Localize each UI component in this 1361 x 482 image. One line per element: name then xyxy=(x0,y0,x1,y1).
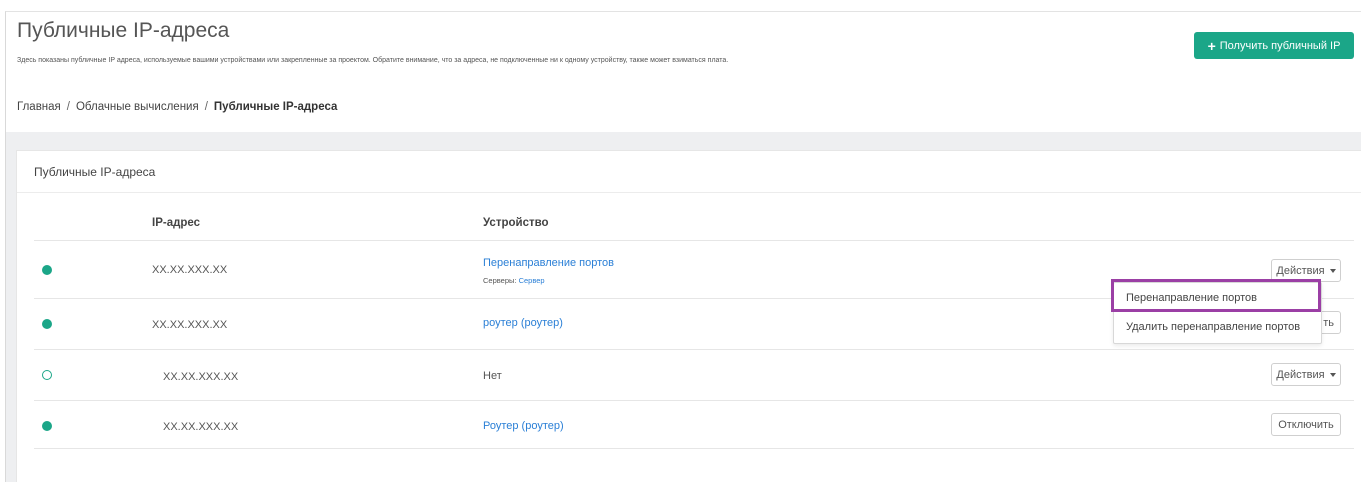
device-sub-info: Серверы: Сервер xyxy=(483,276,545,285)
breadcrumb: Главная / Облачные вычисления / Публичны… xyxy=(17,101,337,113)
table-row: XX.XX.XXX.XX Нет Действия xyxy=(17,350,1361,400)
column-header-ip: IP-адрес xyxy=(152,217,201,229)
chevron-down-icon xyxy=(1329,268,1336,273)
get-public-ip-label: Получить публичный IP xyxy=(1219,39,1341,52)
server-link[interactable]: Сервер xyxy=(519,276,545,285)
actions-button[interactable]: Действия xyxy=(1271,259,1341,282)
ip-address: XX.XX.XXX.XX xyxy=(163,421,239,433)
breadcrumb-current: Публичные IP-адреса xyxy=(213,101,338,113)
column-header-device: Устройство xyxy=(483,217,549,229)
status-active-icon xyxy=(42,319,52,329)
divider xyxy=(34,448,1354,449)
page-description: Здесь показаны публичные IP адреса, испо… xyxy=(17,57,729,64)
breadcrumb-separator: / xyxy=(204,101,208,113)
status-active-icon xyxy=(42,421,52,431)
menu-item-port-forwarding[interactable]: Перенаправление портов xyxy=(1114,292,1321,304)
actions-button[interactable]: Действия xyxy=(1271,363,1341,386)
ip-address: XX.XX.XXX.XX xyxy=(152,264,228,276)
ip-address: XX.XX.XXX.XX xyxy=(152,319,228,331)
breadcrumb-separator: / xyxy=(66,101,70,113)
chevron-down-icon xyxy=(1329,372,1336,377)
device-link[interactable]: роутер (роутер) xyxy=(483,317,563,329)
actions-dropdown-menu: Перенаправление портов Удалить перенапра… xyxy=(1113,282,1322,344)
menu-item-delete-port-forwarding[interactable]: Удалить перенаправление портов xyxy=(1114,321,1321,333)
status-active-icon xyxy=(42,265,52,275)
device-none: Нет xyxy=(483,370,502,382)
actions-label: Действия xyxy=(1276,368,1325,381)
device-link[interactable]: Роутер (роутер) xyxy=(483,420,564,432)
page-frame: Публичные IP-адреса Здесь показаны публи… xyxy=(5,11,1361,482)
disconnect-button[interactable]: Отключить xyxy=(1271,413,1341,436)
disconnect-label: ть xyxy=(1323,316,1334,329)
actions-label: Действия xyxy=(1276,264,1325,277)
panel-title: Публичные IP-адреса xyxy=(17,151,1361,193)
device-link[interactable]: Перенаправление портов xyxy=(483,257,614,269)
page-title: Публичные IP-адреса xyxy=(17,19,230,42)
status-inactive-icon xyxy=(42,370,52,380)
servers-label: Серверы: xyxy=(483,276,517,285)
ip-address: XX.XX.XXX.XX xyxy=(163,371,239,383)
breadcrumb-home[interactable]: Главная xyxy=(17,101,61,113)
table-row: XX.XX.XXX.XX Роутер (роутер) Отключить xyxy=(17,401,1361,451)
plus-icon: + xyxy=(1207,37,1216,54)
breadcrumb-cloud[interactable]: Облачные вычисления xyxy=(76,101,199,113)
get-public-ip-button[interactable]: + Получить публичный IP xyxy=(1194,32,1354,59)
disconnect-label: Отключить xyxy=(1278,418,1334,431)
page-header: Публичные IP-адреса Здесь показаны публи… xyxy=(6,12,1361,132)
